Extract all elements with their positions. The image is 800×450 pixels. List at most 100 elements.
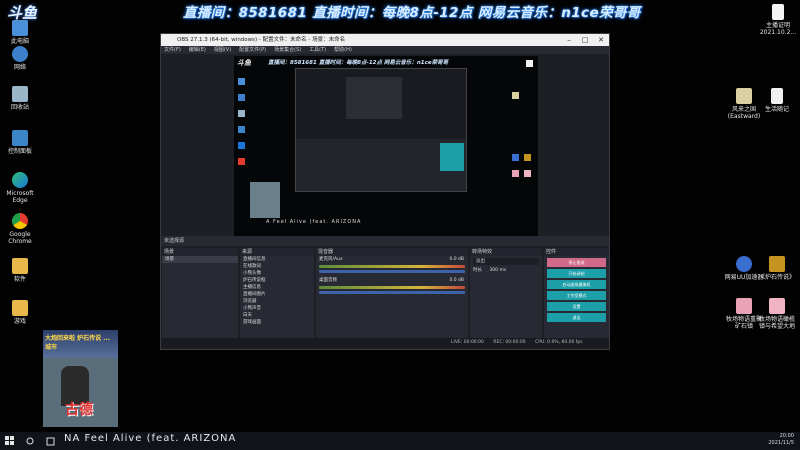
desktop-icon-software-folder[interactable]: 软件: [0, 258, 40, 283]
obs-title: OBS 27.1.3 (64-bit, windows) - 配置文件：未命名 …: [177, 37, 346, 43]
transitions-dock: 转场特效 淡出 时长 300 ms: [470, 248, 542, 348]
menu-tools[interactable]: 工具(T): [309, 46, 326, 54]
exit-button[interactable]: 退出: [547, 313, 606, 322]
mixer-meter: [319, 265, 465, 268]
network-icon: [12, 46, 28, 62]
windows-start-icon[interactable]: [0, 432, 20, 450]
mixer-channel-label: 桌面音频 0.0 dB: [319, 278, 464, 283]
clock-date: 2021/11/5: [768, 440, 794, 446]
source-item[interactable]: 小熊声音: [240, 305, 314, 312]
desktop-icon-this-pc[interactable]: 此电脑: [0, 20, 40, 45]
preview-desktop-icon: [512, 92, 519, 99]
start-recording-button[interactable]: 开始录制: [547, 269, 606, 278]
menu-profile[interactable]: 配置文件(P): [239, 46, 266, 54]
preview-desktop-icon: [238, 142, 245, 149]
search-icon[interactable]: [20, 432, 40, 450]
transition-duration[interactable]: 时长 300 ms: [470, 267, 542, 274]
preview-desktop-icon: [238, 94, 245, 101]
desktop-icon-hearthstone[interactable]: 《炉石传说》: [757, 256, 797, 281]
preview-desktop-icon: [512, 170, 519, 177]
mixer-dock: 混音器 麦克风/Aux 0.0 dB 桌面音频 0.0 dB: [316, 248, 468, 348]
source-item[interactable]: 白天: [240, 312, 314, 319]
menu-file[interactable]: 文件(F): [164, 46, 181, 54]
clock-time: 20:00: [779, 433, 794, 439]
sources-dock: 来源 直播间信息 在线歌词 小熊头像 炉石传说框 主播信息 直播间图片 浏览器 …: [240, 248, 314, 348]
folder-icon: [12, 258, 28, 274]
preview-logo: 斗鱼: [237, 59, 251, 67]
document-icon: [772, 4, 784, 20]
folder-icon: [12, 300, 28, 316]
hearthstone-icon: [769, 256, 785, 272]
desktop-icon-games-folder[interactable]: 游戏: [0, 300, 40, 325]
desktop-icon-story-of-seasons-2[interactable]: 牧场物语橄榄 镇与希望大地: [757, 298, 797, 330]
start-virtual-camera-button[interactable]: 启动虚拟摄像机: [547, 280, 606, 289]
preview-webcam: [250, 182, 280, 218]
obs-menubar: 文件(F) 编辑(E) 视图(V) 配置文件(P) 场景集合(S) 工具(T) …: [161, 46, 609, 54]
edge-icon: [12, 172, 28, 188]
desktop-file-anchor-cert[interactable]: 主播证明 2021.10.2...: [758, 4, 798, 36]
desktop-icon-recycle-bin[interactable]: 回收站: [0, 86, 40, 111]
task-view-icon[interactable]: [40, 432, 60, 450]
sources-dock-title: 来源: [240, 248, 314, 256]
source-item[interactable]: 小熊头像: [240, 270, 314, 277]
rec-timer: REC: 00:00:00: [493, 340, 526, 345]
farm-icon: [769, 298, 785, 314]
mixer-volume-slider[interactable]: [319, 270, 465, 273]
menu-edit[interactable]: 编辑(E): [189, 46, 206, 54]
mixer-volume-slider[interactable]: [319, 291, 465, 294]
minimize-icon[interactable]: –: [561, 34, 577, 46]
stream-banner: 直播间：8581681 直播时间：每晚8点-12点 网易云音乐：n1ce荣哥哥: [183, 5, 641, 21]
source-item[interactable]: 游戏画面: [240, 319, 314, 326]
source-item[interactable]: 主播信息: [240, 284, 314, 291]
control-panel-icon: [12, 130, 28, 146]
mixer-channel-label: 麦克风/Aux 0.0 dB: [319, 257, 464, 262]
preview-desktop-icon: [238, 110, 245, 117]
scenes-dock-title: 场景: [162, 248, 238, 256]
source-item[interactable]: 直播间图片: [240, 291, 314, 298]
preview-song-ticker: A Feel Alive (feat. ARIZONA: [266, 219, 362, 225]
transitions-dock-title: 转场特效: [470, 248, 542, 256]
transition-type-select[interactable]: 淡出: [473, 258, 539, 265]
settings-button[interactable]: 设置: [547, 302, 606, 311]
cpu-fps: CPU: 0.9%, 60.00 fps: [535, 340, 583, 345]
studio-mode-button[interactable]: 工作室模式: [547, 291, 606, 300]
desktop-icon-chrome[interactable]: Google Chrome: [0, 213, 40, 245]
preview-desktop-icon: [238, 78, 245, 85]
mixer-dock-title: 混音器: [316, 248, 468, 256]
desktop-icon-life-notes[interactable]: 生活随记: [757, 88, 797, 113]
scenes-dock: 场景 场景: [162, 248, 238, 348]
menu-view[interactable]: 视图(V): [214, 46, 231, 54]
scene-item[interactable]: 场景: [162, 256, 238, 263]
uu-icon: [736, 256, 752, 272]
source-item[interactable]: 炉石传说框: [240, 277, 314, 284]
source-item[interactable]: 浏览器: [240, 298, 314, 305]
window-controls: – □ ✕: [561, 34, 609, 46]
farm-icon: [736, 298, 752, 314]
preview-banner: 直播间：8581681 直播时间：每晚8点-12点 网易云音乐：n1ce荣哥哥: [268, 60, 449, 66]
desktop: 斗鱼 直播间：8581681 直播时间：每晚8点-12点 网易云音乐：n1ce荣…: [0, 0, 800, 450]
preview-desktop-icon: [238, 158, 245, 165]
controls-dock-title: 控件: [544, 248, 609, 256]
source-item[interactable]: 在线歌词: [240, 263, 314, 270]
maximize-icon[interactable]: □: [577, 34, 593, 46]
taskbar-clock[interactable]: 20:00 2021/11/5: [768, 433, 794, 447]
menu-scene-collection[interactable]: 场景集合(S): [274, 46, 301, 54]
obs-preview[interactable]: 斗鱼 直播间：8581681 直播时间：每晚8点-12点 网易云音乐：n1ce荣…: [234, 56, 538, 236]
preview-desktop-icon: [512, 154, 519, 161]
preview-desktop-icon: [526, 60, 533, 67]
chrome-icon: [12, 213, 28, 229]
computer-icon: [12, 20, 28, 36]
obs-status-bar: LIVE: 00:00:00 REC: 00:00:00 CPU: 0.9%, …: [161, 338, 609, 348]
menu-help[interactable]: 帮助(H): [334, 46, 352, 54]
desktop-icon-control-panel[interactable]: 控制面板: [0, 130, 40, 155]
close-icon[interactable]: ✕: [593, 34, 609, 46]
recycle-bin-icon: [12, 86, 28, 102]
stop-streaming-button[interactable]: 停止推流: [547, 258, 606, 267]
streamer-webcam: 大炮回来啦 炉石传说 ... 城市 古德: [43, 330, 118, 427]
desktop-icon-edge[interactable]: Microsoft Edge: [0, 172, 40, 204]
webcam-headline: 大炮回来啦 炉石传说 ... 城市: [45, 335, 111, 351]
desktop-icon-network[interactable]: 网络: [0, 46, 40, 71]
source-item[interactable]: 直播间信息: [240, 256, 314, 263]
obs-titlebar[interactable]: OBS 27.1.3 (64-bit, windows) - 配置文件：未命名 …: [161, 34, 609, 46]
document-icon: [771, 88, 783, 104]
